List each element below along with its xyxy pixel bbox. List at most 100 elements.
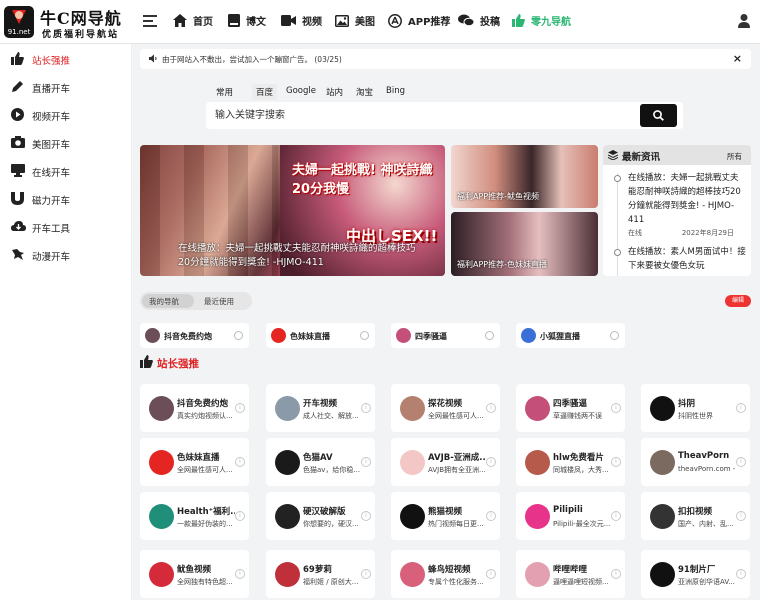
nav-blog[interactable]: 博文 xyxy=(228,13,266,31)
news-date: 2022年8月29日 xyxy=(681,229,734,237)
user-icon[interactable] xyxy=(738,14,750,28)
site-card[interactable]: 探花视频 全网最性感可人... i xyxy=(391,384,500,432)
site-card[interactable]: 鱿鱼视频 全网独有特色超... i xyxy=(140,550,249,598)
search-tab-taobao[interactable]: 淘宝 xyxy=(352,84,377,100)
site-card[interactable]: TheavPorn theavPorn.com -... i xyxy=(641,438,750,486)
info-icon[interactable] xyxy=(360,331,369,340)
site-card-desc: 抖阴性世界 xyxy=(678,412,713,420)
info-icon[interactable]: i xyxy=(736,511,746,521)
sidebar-item-live[interactable]: 直播开车 xyxy=(0,75,132,99)
site-card-desc: 全网最性感可人... xyxy=(177,466,233,474)
info-icon[interactable]: i xyxy=(235,457,245,467)
nav-app[interactable]: APP推荐 xyxy=(388,13,450,31)
search-tab-google[interactable]: Google xyxy=(282,84,320,100)
edit-badge[interactable]: 编辑 xyxy=(725,295,751,307)
info-icon[interactable]: i xyxy=(361,403,371,413)
quick-card[interactable]: 抖音免费约炮 xyxy=(140,323,249,348)
info-icon[interactable]: i xyxy=(611,403,621,413)
quick-card[interactable]: 色妹妹直播 xyxy=(266,323,375,348)
quick-card[interactable]: 小狐狸直播 xyxy=(516,323,625,348)
site-card[interactable]: 硬汉破解版 你想要的，硬汉... i xyxy=(266,492,375,540)
tab-my-nav[interactable]: 我的导航 xyxy=(149,296,179,307)
menu-toggle-icon[interactable] xyxy=(143,15,157,27)
news-all-link[interactable]: 所有 xyxy=(727,151,742,162)
nav-09-nav[interactable]: 零九导航 xyxy=(512,13,571,31)
sidebar-item-images[interactable]: 美图开车 xyxy=(0,131,132,155)
info-icon[interactable]: i xyxy=(235,511,245,521)
avatar xyxy=(525,504,550,529)
site-card-desc: Pilipili-最全次元... xyxy=(553,520,611,528)
sidebar-item-label: 动漫开车 xyxy=(32,252,71,263)
close-icon[interactable]: × xyxy=(733,52,742,65)
banner-small-2[interactable]: 福利APP推荐-色妹妹直播 xyxy=(451,212,598,276)
logo-subtitle: 优质福利导航站 xyxy=(42,30,120,40)
info-icon[interactable]: i xyxy=(486,403,496,413)
info-icon[interactable]: i xyxy=(486,511,496,521)
nav-images[interactable]: 美图 xyxy=(335,13,375,31)
banner-main[interactable]: 夫婦一起挑戰! 神咲詩織 20分我慢 中出しSEX!! 在线播放：夫婦一起挑戰丈… xyxy=(140,145,445,276)
info-icon[interactable]: i xyxy=(361,569,371,579)
site-card[interactable]: 开车视频 成人社交、解放... i xyxy=(266,384,375,432)
info-icon[interactable]: i xyxy=(736,569,746,579)
news-item[interactable]: 在线播放：夫婦一起挑戰丈夫能忍耐神咲詩織的超棒技巧20分鐘就能得到獎金! - H… xyxy=(628,171,746,227)
sidebar-item-video[interactable]: 视频开车 xyxy=(0,103,132,127)
search-tab-common[interactable]: 常用 xyxy=(212,84,237,100)
site-card[interactable]: 熊猫视频 热门视频每日更... i xyxy=(391,492,500,540)
info-icon[interactable]: i xyxy=(611,511,621,521)
news-item[interactable]: 在线播放：素人M男面试中！接下来要被女優色女玩 xyxy=(628,245,746,273)
sidebar-item-online[interactable]: 在线开车 xyxy=(0,159,132,183)
info-icon[interactable] xyxy=(610,331,619,340)
site-logo[interactable]: 91.net 牛C网导航 优质福利导航站 xyxy=(4,4,130,40)
info-icon[interactable]: i xyxy=(611,569,621,579)
sidebar-item-magnet[interactable]: 磁力开车 xyxy=(0,187,132,211)
avatar xyxy=(521,328,536,343)
tab-recent[interactable]: 最近使用 xyxy=(204,296,234,307)
avatar xyxy=(525,562,550,587)
info-icon[interactable]: i xyxy=(235,569,245,579)
avatar xyxy=(149,504,174,529)
site-card[interactable]: Health⁺福利... 一款最好伪装的... i xyxy=(140,492,249,540)
sidebar-item-recommended[interactable]: 站长强推 xyxy=(0,47,132,71)
info-icon[interactable] xyxy=(234,331,243,340)
site-card[interactable]: 色妹妹直播 全网最性感可人... i xyxy=(140,438,249,486)
site-card-desc: 逼哩逼哩短视频... xyxy=(553,578,609,586)
search-tab-site[interactable]: 站内 xyxy=(322,84,347,100)
info-icon[interactable]: i xyxy=(235,403,245,413)
quick-card[interactable]: 四季骚逼 xyxy=(391,323,500,348)
search-input[interactable] xyxy=(206,102,636,129)
site-card[interactable]: Pilipili Pilipili-最全次元... i xyxy=(516,492,625,540)
nav-video[interactable]: 视频 xyxy=(281,13,322,31)
info-icon[interactable]: i xyxy=(361,457,371,467)
info-icon[interactable]: i xyxy=(486,569,496,579)
sidebar-item-anime[interactable]: 动漫开车 xyxy=(0,243,132,267)
search-tab-bing[interactable]: Bing xyxy=(382,84,409,100)
site-card-desc: 福利姬 / 原创大... xyxy=(303,578,359,586)
site-card[interactable]: hlw免费看片 同城楼凤，大秀... i xyxy=(516,438,625,486)
info-icon[interactable]: i xyxy=(736,457,746,467)
sidebar-item-tools[interactable]: 开车工具 xyxy=(0,215,132,239)
info-icon[interactable] xyxy=(485,331,494,340)
nav-submit[interactable]: 投稿 xyxy=(458,13,500,31)
site-card[interactable]: AVJB-亚洲成... AVJB拥有全亚洲... i xyxy=(391,438,500,486)
site-card[interactable]: 哔哩哔哩 逼哩逼哩短视频... i xyxy=(516,550,625,598)
site-card[interactable]: 色猫AV 色猫av，给你稳... i xyxy=(266,438,375,486)
site-card[interactable]: 四季骚逼 草逼赚钱两不误 i xyxy=(516,384,625,432)
my-nav-tabs: 我的导航 最近使用 xyxy=(140,292,252,310)
info-icon[interactable]: i xyxy=(611,457,621,467)
nav-home[interactable]: 首页 xyxy=(173,13,213,31)
info-icon[interactable]: i xyxy=(486,457,496,467)
site-card[interactable]: 91制片厂 亚洲原创华语AV... i xyxy=(641,550,750,598)
site-card[interactable]: 抖音免费约炮 真实约炮视频认... i xyxy=(140,384,249,432)
site-card[interactable]: 扣扣视频 国产、内射、乱... i xyxy=(641,492,750,540)
info-icon[interactable]: i xyxy=(361,511,371,521)
avatar xyxy=(400,396,425,421)
sidebar-item-label: 站长强推 xyxy=(32,56,71,67)
site-card[interactable]: 蜂鸟短视频 专属个性化服务... i xyxy=(391,550,500,598)
search-button[interactable] xyxy=(640,104,677,127)
banner-small-1[interactable]: 福利APP推荐-鱿鱼视频 xyxy=(451,145,598,208)
site-card[interactable]: 抖阴 抖阴性世界 i xyxy=(641,384,750,432)
info-icon[interactable]: i xyxy=(736,403,746,413)
search-tab-baidu[interactable]: 百度 xyxy=(252,84,278,100)
site-card[interactable]: 69萝莉 福利姬 / 原创大... i xyxy=(266,550,375,598)
avatar xyxy=(271,328,286,343)
